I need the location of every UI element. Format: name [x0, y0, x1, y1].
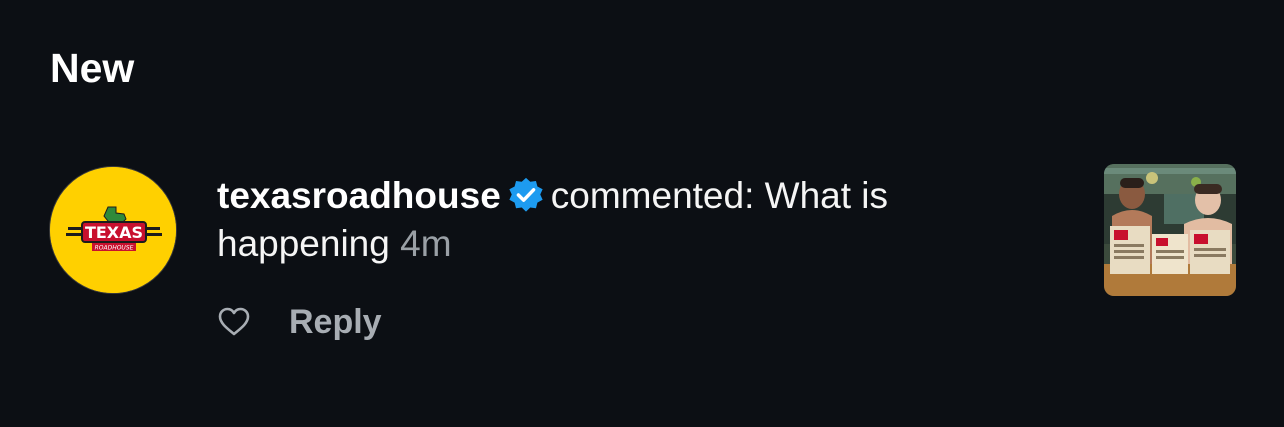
activity-page: New TEXAS ROADHOUSE texasroadhouse comme…: [0, 0, 1284, 427]
post-thumbnail-image: [1104, 164, 1236, 296]
timestamp: 4m: [400, 223, 452, 264]
notification-text: texasroadhouse commented: What is happen…: [217, 172, 1037, 268]
section-title: New: [50, 45, 135, 91]
verified-badge-icon: [509, 177, 543, 212]
texas-roadhouse-logo: TEXAS ROADHOUSE: [50, 167, 176, 293]
avatar[interactable]: TEXAS ROADHOUSE: [49, 166, 177, 294]
username[interactable]: texasroadhouse: [217, 175, 501, 216]
post-thumbnail[interactable]: [1104, 164, 1236, 296]
notification-actions: Reply: [217, 300, 382, 344]
logo-text: TEXAS: [85, 223, 143, 242]
logo-subtext: ROADHOUSE: [95, 245, 134, 252]
heart-outline-icon[interactable]: [217, 305, 251, 339]
notification-item[interactable]: TEXAS ROADHOUSE texasroadhouse commented…: [0, 160, 1284, 360]
reply-button[interactable]: Reply: [289, 303, 382, 342]
